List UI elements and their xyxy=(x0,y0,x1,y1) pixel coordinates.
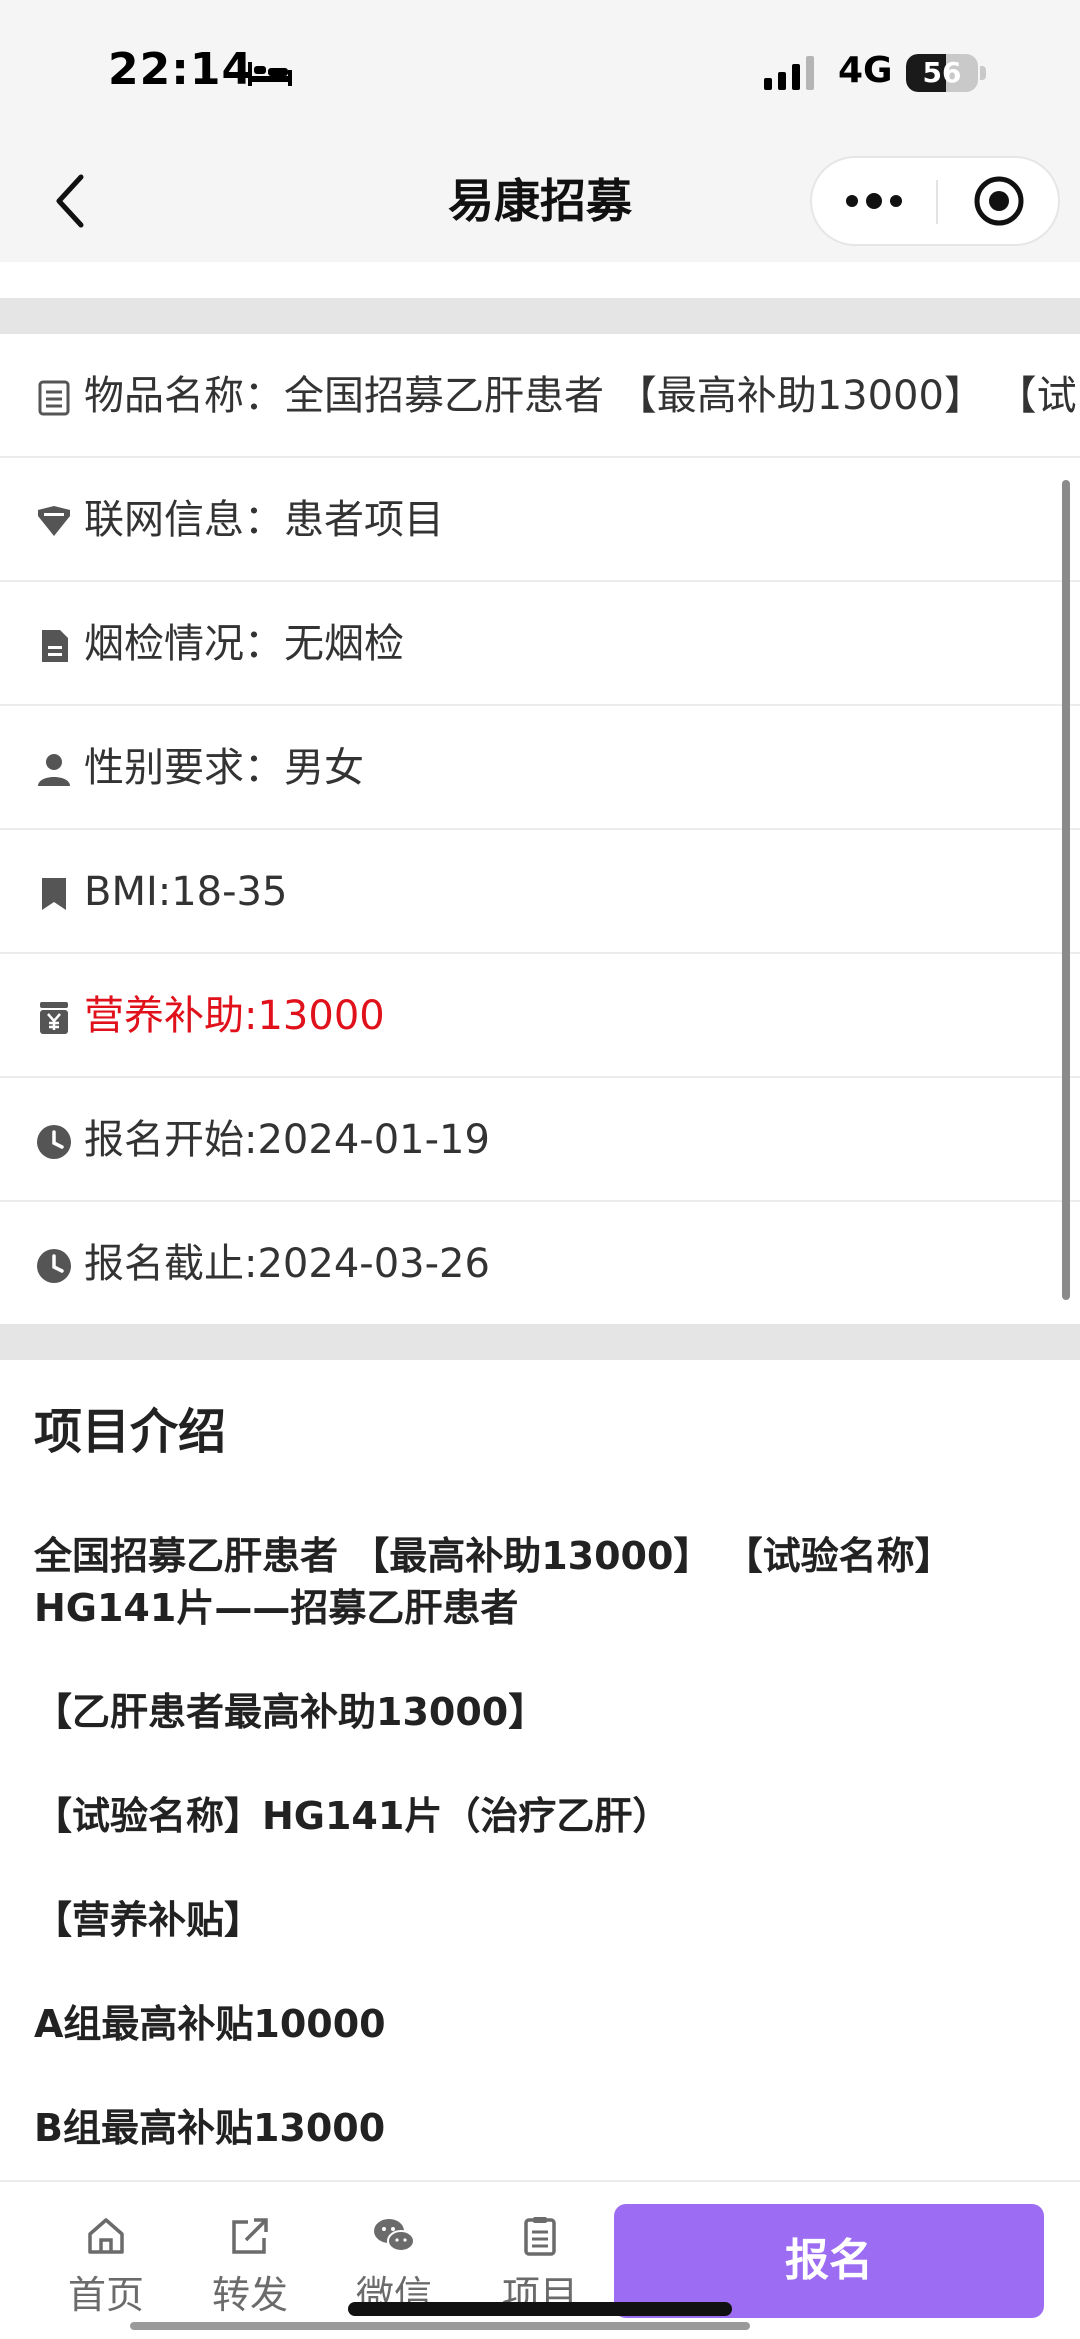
clock-icon xyxy=(37,1249,71,1283)
sleep-focus-icon xyxy=(248,62,292,86)
tab-label: 首页 xyxy=(67,2273,144,2317)
info-row-subsidy: 营养补助:13000 xyxy=(0,954,1080,1078)
battery-level: 56 xyxy=(922,56,962,89)
tab-label: 转发 xyxy=(211,2273,288,2317)
section-divider xyxy=(0,1324,1080,1360)
document-icon xyxy=(42,630,68,662)
target-circle-icon xyxy=(974,176,1024,226)
clipboard-icon xyxy=(524,2217,556,2256)
status-bar: 22:14 4G 56 xyxy=(0,0,1080,140)
info-row-gender: 性别要求：男女 xyxy=(0,706,1080,830)
wechat-icon xyxy=(374,2219,415,2252)
info-text: 烟检情况：无烟检 xyxy=(84,621,404,667)
intro-paragraph: 【营养补贴】 xyxy=(34,1898,263,1942)
battery-icon: 56 xyxy=(906,54,986,92)
section-divider xyxy=(0,298,1080,334)
tab-home[interactable]: 首页 xyxy=(46,2214,166,2324)
info-row-bmi: BMI:18-35 xyxy=(0,830,1080,954)
info-text: BMI:18-35 xyxy=(84,869,288,915)
info-row-item-name: 物品名称：全国招募乙肝患者 【最高补助13000】 【试 xyxy=(0,334,1080,458)
back-button[interactable] xyxy=(36,166,106,236)
close-miniprogram-button[interactable] xyxy=(938,158,1060,244)
info-row-network: 联网信息：患者项目 xyxy=(0,458,1080,582)
yen-jar-icon xyxy=(40,1002,68,1034)
chevron-left-icon xyxy=(56,174,84,228)
shield-icon xyxy=(38,506,70,536)
person-icon xyxy=(38,754,70,786)
clock-icon xyxy=(37,1125,71,1159)
intro-paragraph: 【试验名称】HG141片（治疗乙肝） xyxy=(34,1794,671,1838)
info-text: 性别要求：男女 xyxy=(84,745,364,791)
home-indicator[interactable] xyxy=(348,2302,732,2316)
home-icon xyxy=(88,2218,124,2254)
intro-paragraph: A组最高补贴10000 xyxy=(34,2002,386,2046)
signup-button[interactable]: 报名 xyxy=(614,2204,1044,2318)
nav-bar: 易康招募 xyxy=(0,140,1080,262)
tab-share[interactable]: 转发 xyxy=(190,2214,310,2324)
intro-paragraph: 【乙肝患者最高补助13000】 xyxy=(34,1690,547,1734)
info-row-signup-end: 报名截止:2024-03-26 xyxy=(0,1202,1080,1324)
info-text: 物品名称：全国招募乙肝患者 【最高补助13000】 【试 xyxy=(84,373,1077,419)
scrollbar[interactable] xyxy=(1062,480,1070,1300)
share-icon xyxy=(232,2218,268,2254)
signal-icon xyxy=(764,56,814,90)
intro-paragraph: B组最高补贴13000 xyxy=(34,2106,386,2150)
info-row-signup-start: 报名开始:2024-01-19 xyxy=(0,1078,1080,1202)
info-text: 报名截止:2024-03-26 xyxy=(84,1241,490,1287)
status-time: 22:14 xyxy=(108,44,254,95)
bookmark-icon xyxy=(42,878,66,910)
miniprogram-capsule xyxy=(810,156,1060,246)
more-button[interactable] xyxy=(812,158,936,244)
info-row-smoke-check: 烟检情况：无烟检 xyxy=(0,582,1080,706)
intro-paragraph: 全国招募乙肝患者 【最高补助13000】 【试验名称】HG141片——招募乙肝患… xyxy=(34,1534,953,1630)
info-text: 联网信息：患者项目 xyxy=(84,497,444,543)
network-type: 4G xyxy=(838,50,893,91)
scroll-track xyxy=(130,2322,750,2330)
info-text: 报名开始:2024-01-19 xyxy=(84,1117,490,1163)
intro-title: 项目介绍 xyxy=(34,1404,227,1460)
project-info-list: 物品名称：全国招募乙肝患者 【最高补助13000】 【试 联网信息：患者项目 烟… xyxy=(0,334,1080,1324)
subsidy-text: 营养补助:13000 xyxy=(84,993,385,1039)
list-icon xyxy=(38,380,70,416)
more-dots-icon xyxy=(846,193,902,209)
